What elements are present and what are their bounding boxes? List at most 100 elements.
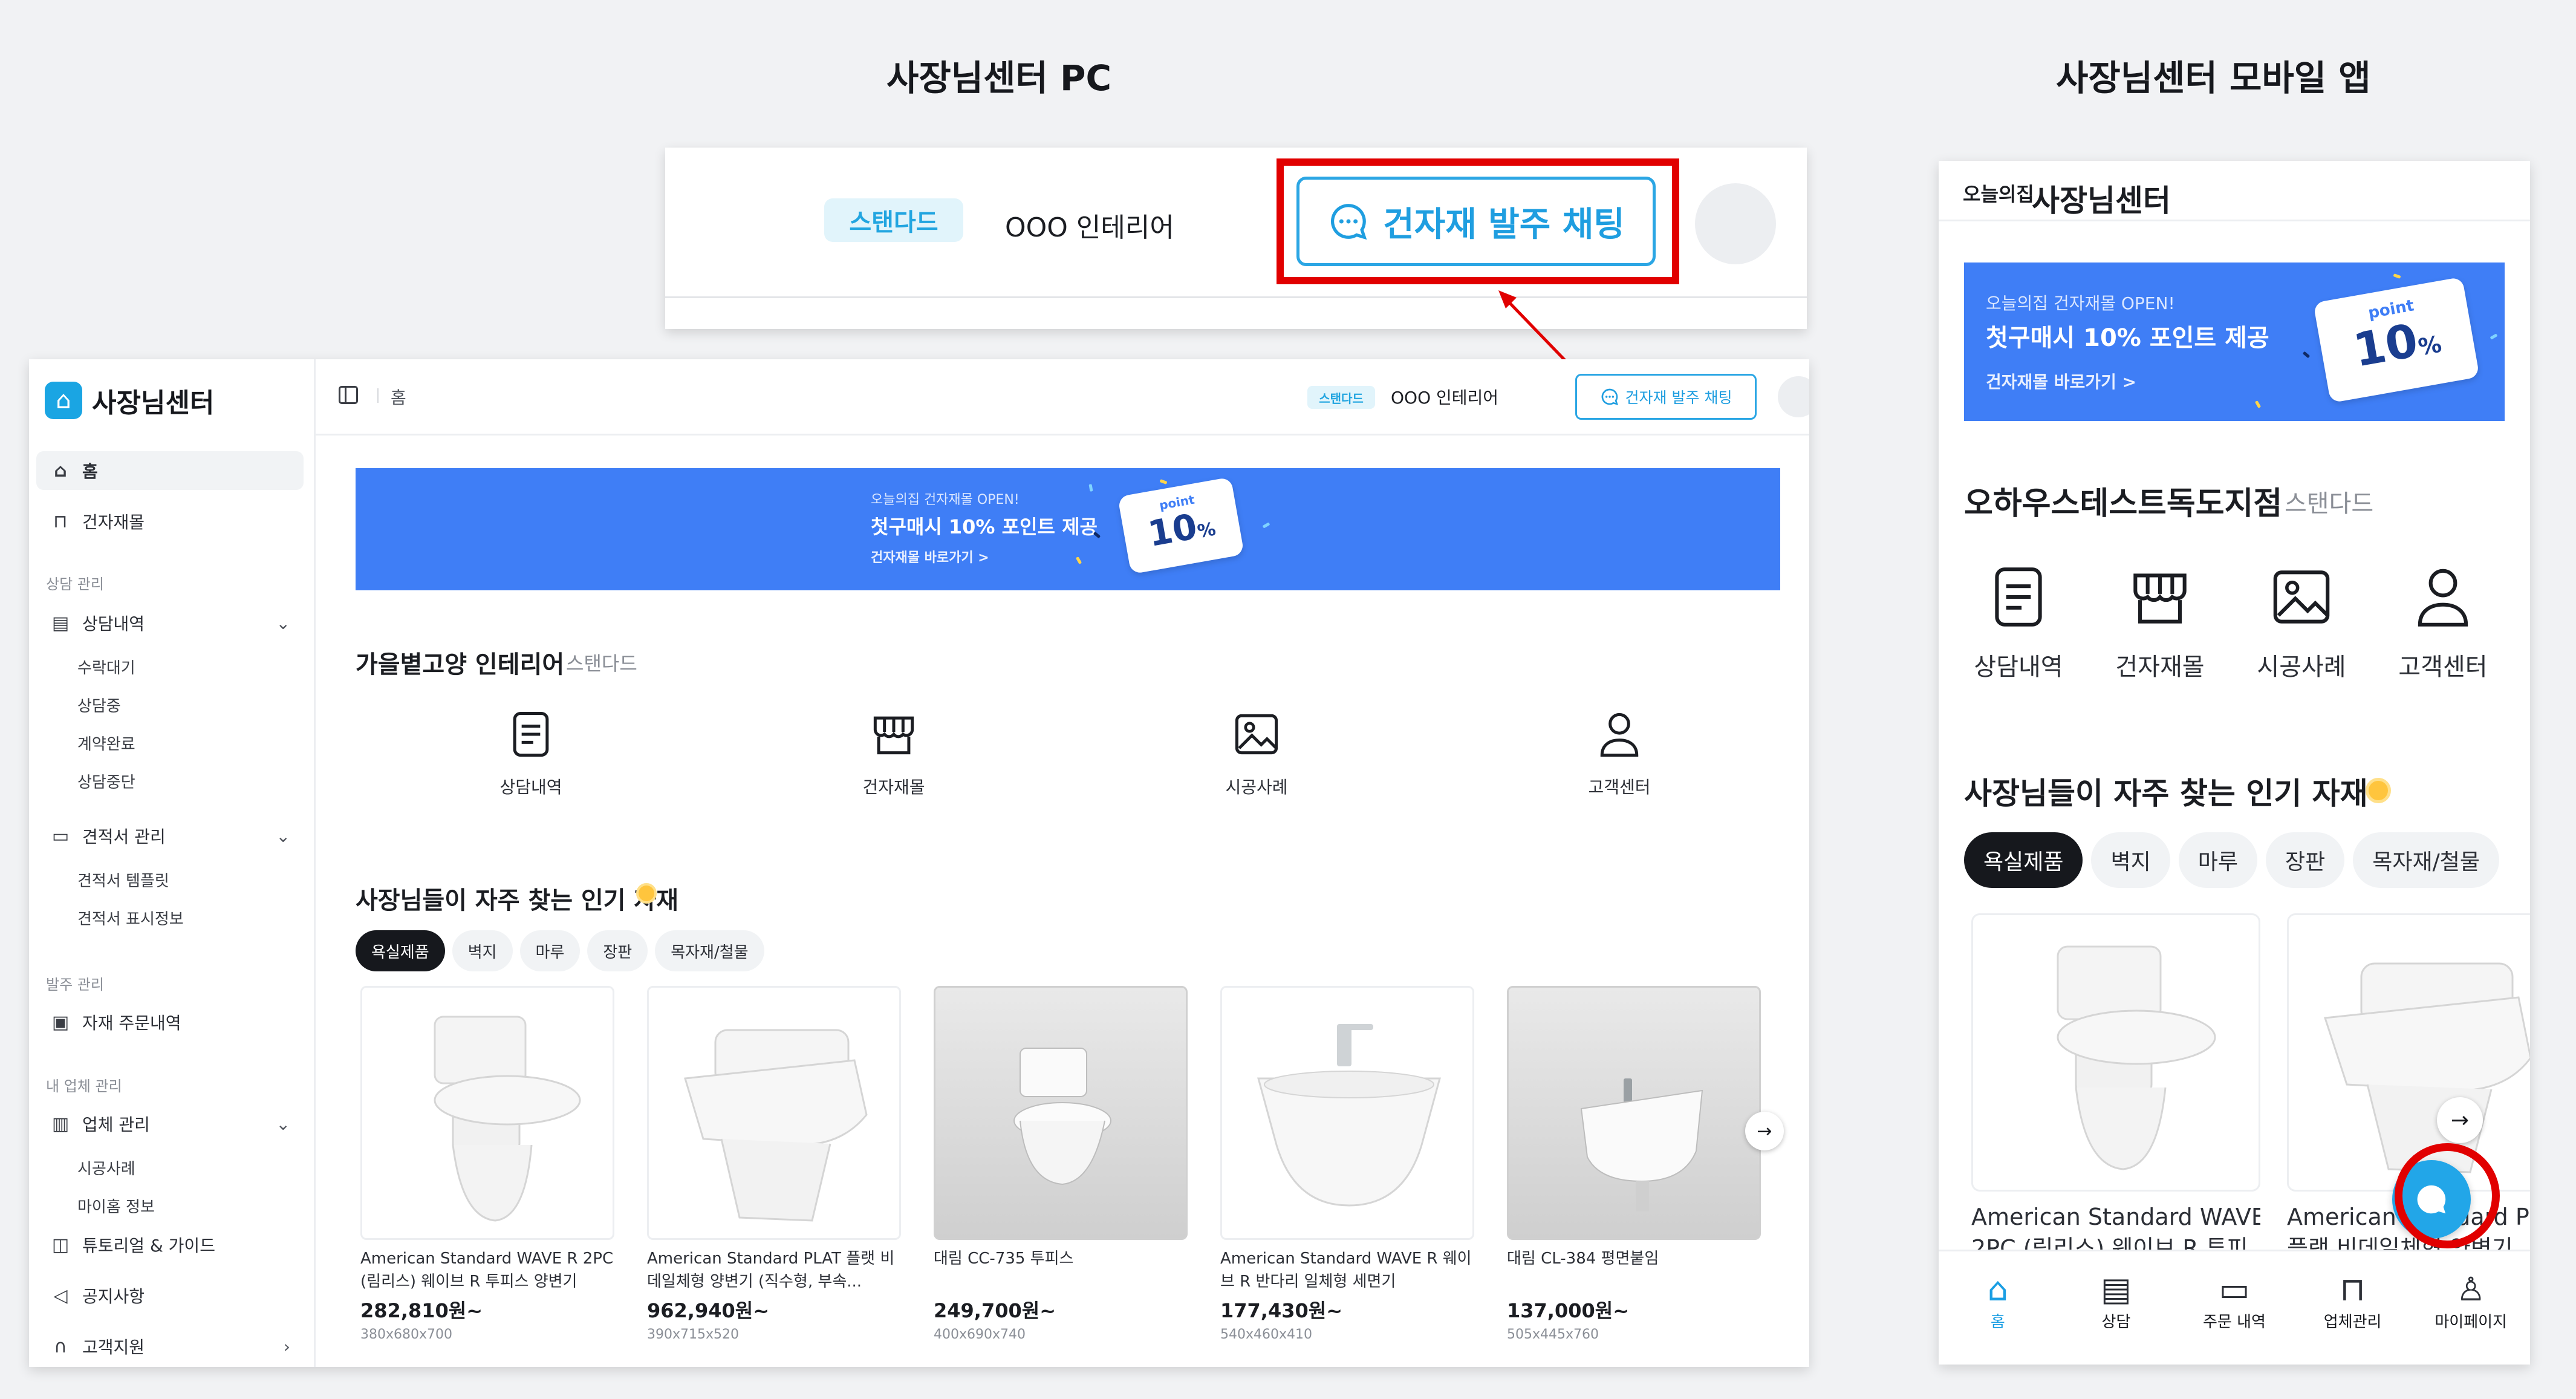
two-piece-toilet-image bbox=[1013, 1048, 1111, 1185]
card-icon: ▭ bbox=[2219, 1270, 2250, 1308]
sidebar-item-biz[interactable]: ▥ 업체 관리 ⌄ bbox=[36, 1104, 304, 1143]
sidebar-logo[interactable]: ⌂ 사장님센터 bbox=[45, 381, 214, 420]
banner-link[interactable]: 건자재몰 바로가기 > bbox=[871, 547, 989, 566]
divider bbox=[665, 296, 1807, 298]
product-price: 282,810원~ bbox=[360, 1299, 483, 1322]
quick-support[interactable]: 고객센터 bbox=[2376, 560, 2509, 682]
material-order-chat-button[interactable]: 건자재 발주 채팅 bbox=[1575, 374, 1757, 420]
product-size: 540x460x410 bbox=[1220, 1327, 1313, 1342]
chip-wood-hardware[interactable]: 목자재/철물 bbox=[2353, 832, 2499, 888]
sidebar-toggle-icon[interactable] bbox=[339, 386, 358, 404]
confetti bbox=[1262, 522, 1270, 529]
chevron-down-icon: ⌄ bbox=[276, 613, 290, 633]
chevron-down-icon: ⌄ bbox=[276, 826, 290, 846]
chip-wood-hardware[interactable]: 목자재/철물 bbox=[655, 930, 764, 971]
banner-title: 첫구매시 10% 포인트 제공 bbox=[871, 515, 1098, 538]
confetti bbox=[2254, 400, 2262, 408]
sidebar-item-estimate[interactable]: ▭ 견적서 관리 ⌄ bbox=[36, 817, 304, 855]
product-name-line1: American Standard WAVE R bbox=[1971, 1204, 2260, 1230]
sidebar-item-orders[interactable]: ▣ 자재 주문내역 bbox=[36, 1003, 304, 1042]
sidebar-sub-waiting[interactable]: 수락대기 bbox=[77, 656, 135, 678]
quick-label: 건자재몰 bbox=[862, 777, 925, 797]
quick-label: 고객센터 bbox=[2398, 653, 2488, 681]
document-icon bbox=[1995, 567, 2042, 627]
sidebar-item-consult[interactable]: ▤ 상담내역 ⌄ bbox=[36, 604, 304, 642]
grade-badge: 스탠다드 bbox=[824, 198, 963, 242]
chevron-down-icon: ⌄ bbox=[276, 1114, 290, 1134]
tab-mypage[interactable]: ♙ 마이페이지 bbox=[2412, 1251, 2530, 1365]
tab-consult[interactable]: ▤ 상담 bbox=[2057, 1251, 2176, 1365]
quick-materials[interactable]: 건자재몰 bbox=[2093, 560, 2226, 682]
avatar[interactable] bbox=[1695, 183, 1776, 264]
sidebar-item-support[interactable]: ∩ 고객지원 › bbox=[36, 1327, 304, 1366]
sidebar-sub-display-info[interactable]: 견적서 표시정보 bbox=[77, 907, 184, 929]
sidebar-sub-inprogress[interactable]: 상담중 bbox=[77, 694, 121, 716]
tab-label: 상담 bbox=[2101, 1313, 2131, 1331]
promo-banner[interactable]: 오늘의집 건자재몰 OPEN! 첫구매시 10% 포인트 제공 건자재몰 바로가… bbox=[356, 468, 1780, 590]
product-card[interactable]: American Standard PLAT 플랫 비데일체형 양변기 (직수형… bbox=[647, 986, 901, 1342]
chip-bath[interactable]: 욕실제품 bbox=[1964, 832, 2083, 888]
grade-badge: 스탠다드 bbox=[1307, 386, 1375, 409]
book-icon: ◫ bbox=[51, 1234, 70, 1256]
product-card[interactable]: American Standard WAVE R 웨이브 R 반다리 일체형 세… bbox=[1220, 986, 1474, 1342]
sidebar-item-label: 홈 bbox=[82, 461, 98, 481]
quick-label: 건자재몰 bbox=[2115, 653, 2205, 681]
company-name: OOO 인테리어 bbox=[1005, 212, 1174, 243]
quick-materials[interactable]: 건자재몰 bbox=[833, 706, 954, 798]
product-card[interactable]: American Standard WAVE R 2PC (림리스) 웨이브 R… bbox=[360, 986, 614, 1342]
tab-label: 홈 bbox=[1990, 1313, 2005, 1331]
megaphone-icon: ◁ bbox=[53, 1285, 68, 1306]
tab-biz[interactable]: ⊓ 업체관리 bbox=[2294, 1251, 2412, 1365]
carousel-next-arrow-icon[interactable]: → bbox=[1745, 1112, 1784, 1150]
sidebar-sub-myhome[interactable]: 마이홈 정보 bbox=[77, 1195, 155, 1217]
store-grade: 스탠다드 bbox=[2285, 490, 2374, 518]
chip-floor[interactable]: 마루 bbox=[519, 930, 581, 971]
sidebar-sub-contracted[interactable]: 계약완료 bbox=[77, 732, 135, 754]
carousel-next-arrow-icon[interactable]: → bbox=[2437, 1097, 2483, 1143]
chip-linoleum[interactable]: 장판 bbox=[2265, 832, 2345, 888]
product-image bbox=[2287, 913, 2530, 1192]
banner-subtitle: 오늘의집 건자재몰 OPEN! bbox=[1986, 293, 2175, 313]
avatar[interactable] bbox=[1778, 376, 1809, 417]
product-card[interactable]: 대림 CL-384 평면붙임 137,000원~ 505x445x760 bbox=[1507, 986, 1761, 1342]
chip-floor[interactable]: 마루 bbox=[2178, 832, 2257, 888]
chip-linoleum[interactable]: 장판 bbox=[587, 930, 648, 971]
banner-link[interactable]: 건자재몰 바로가기 > bbox=[1986, 369, 2136, 393]
product-card[interactable]: American Standard WAVE R 2PC (림리스) 웨이브 R … bbox=[1971, 913, 2260, 1264]
sidebar-sub-template[interactable]: 견적서 템플릿 bbox=[77, 869, 169, 891]
sidebar-item-materials[interactable]: ⊓ 건자재몰 bbox=[36, 502, 304, 541]
quick-cases[interactable]: 시공사례 bbox=[2235, 560, 2368, 682]
sidebar-item-label: 견적서 관리 bbox=[82, 827, 166, 847]
quick-consult[interactable]: 상담내역 bbox=[470, 706, 591, 798]
chip-wallpaper[interactable]: 벽지 bbox=[452, 930, 513, 971]
sidebar-item-home[interactable]: ⌂ 홈 bbox=[36, 451, 304, 490]
product-name: 대림 CC-735 투피스 bbox=[934, 1250, 1074, 1268]
person-icon: ♙ bbox=[2456, 1270, 2486, 1308]
sidebar-item-tutorial[interactable]: ◫ 튜토리얼 & 가이드 bbox=[36, 1225, 304, 1264]
bidet-toilet-image bbox=[684, 1029, 868, 1222]
sidebar-item-notice[interactable]: ◁ 공지사항 bbox=[36, 1276, 304, 1315]
sidebar-item-label: 튜토리얼 & 가이드 bbox=[82, 1236, 215, 1256]
quick-cases[interactable]: 시공사례 bbox=[1196, 706, 1317, 798]
promo-banner[interactable]: 오늘의집 건자재몰 OPEN! 첫구매시 10% 포인트 제공 건자재몰 바로가… bbox=[1964, 263, 2505, 421]
product-card[interactable]: 대림 CC-735 투피스 249,700원~ 400x690x740 bbox=[934, 986, 1188, 1342]
toilet-image bbox=[434, 1016, 581, 1222]
washbasin-image bbox=[1257, 1024, 1441, 1207]
sidebar-sub-stopped[interactable]: 상담중단 bbox=[77, 770, 135, 792]
product-price: 249,700원~ bbox=[934, 1299, 1056, 1322]
home-icon: ⌂ bbox=[1987, 1270, 2008, 1308]
highlight-circle bbox=[2395, 1143, 2500, 1248]
tab-orders[interactable]: ▭ 주문 내역 bbox=[2175, 1251, 2294, 1365]
home-icon: ⌂ bbox=[54, 460, 67, 481]
headset-icon: ∩ bbox=[54, 1335, 67, 1357]
document-icon: ▤ bbox=[2100, 1270, 2132, 1308]
chip-wallpaper[interactable]: 벽지 bbox=[2091, 832, 2170, 888]
quick-consult[interactable]: 상담내역 bbox=[1952, 560, 2085, 682]
product-size: 505x445x760 bbox=[1507, 1327, 1599, 1342]
product-name: 대림 CL-384 평면붙임 bbox=[1507, 1250, 1659, 1268]
chip-bath[interactable]: 욕실제품 bbox=[356, 930, 445, 971]
quick-support[interactable]: 고객센터 bbox=[1559, 706, 1680, 798]
sidebar-sub-cases[interactable]: 시공사례 bbox=[77, 1156, 135, 1179]
house-logo-icon: ⌂ bbox=[45, 382, 82, 419]
tab-home[interactable]: ⌂ 홈 bbox=[1939, 1251, 2057, 1365]
